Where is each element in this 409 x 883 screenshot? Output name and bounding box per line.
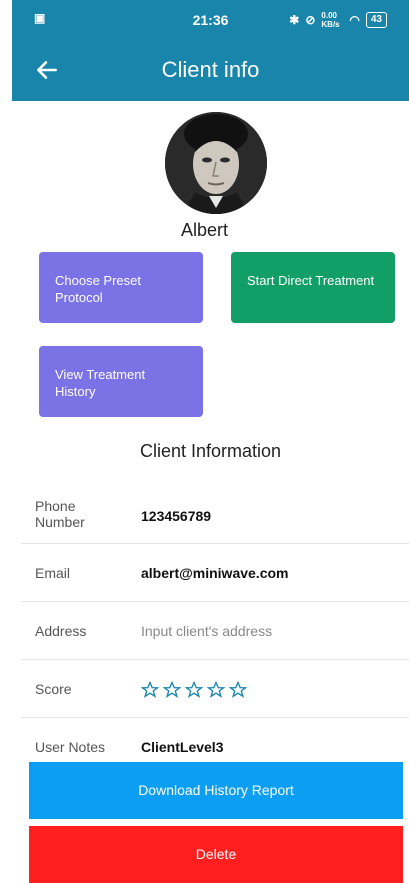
status-bar: ▣ 21:36 ✱ ⊘ 0.00 KB/s ◠ 43 — [12, 0, 409, 40]
email-value[interactable]: albert@miniwave.com — [141, 565, 288, 581]
notes-label: User Notes — [35, 739, 106, 755]
star-icon[interactable] — [229, 681, 247, 699]
section-title: Client Information — [140, 441, 282, 461]
phone-label: Phone Number — [35, 498, 85, 530]
address-input[interactable]: Input client's address — [141, 623, 272, 639]
mute-icon: ⊘ — [305, 13, 316, 27]
status-icons: ✱ ⊘ 0.00 KB/s ◠ 43 — [289, 11, 387, 29]
wifi-icon: ◠ — [349, 13, 360, 27]
choose-preset-protocol-button[interactable]: Choose Preset Protocol — [39, 252, 203, 323]
page-title: Client info — [161, 57, 260, 82]
phone-value[interactable]: 123456789 — [141, 508, 211, 524]
app-bar: ▣ 21:36 ✱ ⊘ 0.00 KB/s ◠ 43 Client info — [12, 0, 409, 101]
battery-icon: 43 — [365, 12, 387, 28]
view-treatment-history-button[interactable]: View Treatment History — [39, 346, 203, 417]
star-icon[interactable] — [185, 681, 203, 699]
address-label: Address — [35, 623, 87, 639]
delete-button[interactable]: Delete — [29, 826, 403, 883]
star-icon[interactable] — [141, 681, 159, 699]
start-direct-treatment-button[interactable]: Start Direct Treatment — [231, 252, 395, 323]
bluetooth-icon: ✱ — [289, 13, 300, 27]
star-icon[interactable] — [207, 681, 225, 699]
screen: ▣ 21:36 ✱ ⊘ 0.00 KB/s ◠ 43 Client info A… — [0, 0, 409, 883]
download-history-report-button[interactable]: Download History Report — [29, 762, 403, 819]
network-speed: 0.00 KB/s — [321, 11, 340, 29]
score-label: Score — [35, 681, 72, 697]
score-row: Score — [21, 659, 409, 718]
battery-level: 43 — [370, 14, 382, 25]
client-photo — [165, 112, 267, 214]
email-label: Email — [35, 565, 71, 581]
avatar — [165, 112, 267, 214]
star-icon[interactable] — [163, 681, 181, 699]
phone-row: Phone Number 123456789 — [21, 485, 409, 544]
notes-value[interactable]: ClientLevel3 — [141, 739, 223, 755]
address-row: Address Input client's address — [21, 601, 409, 660]
score-stars[interactable] — [141, 681, 247, 699]
client-name: Albert — [180, 220, 229, 240]
email-row: Email albert@miniwave.com — [21, 543, 409, 602]
header-row: Client info — [12, 45, 409, 95]
